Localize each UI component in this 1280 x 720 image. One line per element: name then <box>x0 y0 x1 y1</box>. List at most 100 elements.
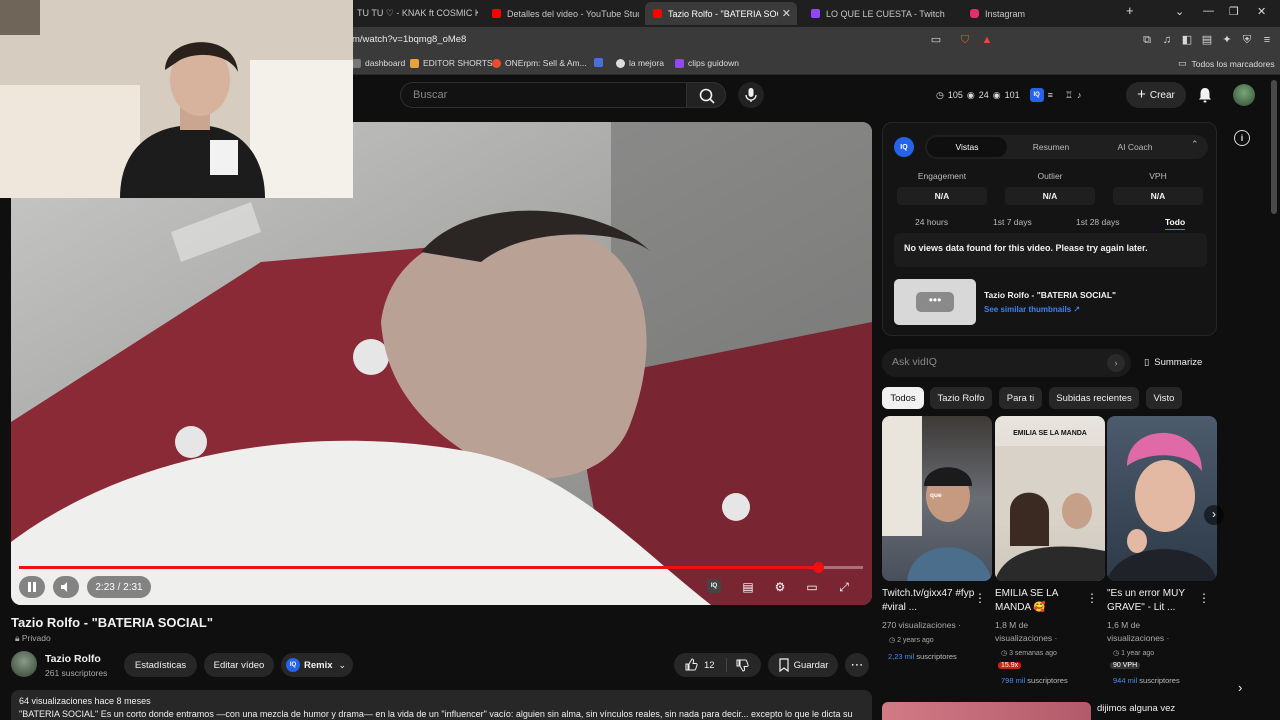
chip-para-ti[interactable]: Para ti <box>999 387 1042 409</box>
list-icon[interactable]: ≡ <box>1048 90 1053 100</box>
chip-todos[interactable]: Todos <box>882 387 924 409</box>
minimize-icon[interactable]: — <box>1203 5 1214 17</box>
bookmark-onerpm[interactable]: ONErpm: Sell & Am... <box>492 58 587 68</box>
stat-value: 105 <box>947 90 963 100</box>
address-bar-url[interactable]: m/watch?v=1bqmg8_oMe8 <box>352 34 466 45</box>
voice-search-button[interactable] <box>738 82 764 108</box>
pause-button[interactable] <box>19 576 45 598</box>
range-7-days[interactable]: 1st 7 days <box>993 217 1032 227</box>
bookmark-la-mejora[interactable]: la mejora <box>616 58 664 68</box>
next-video-title[interactable]: dijimos alguna vez <box>1097 703 1175 714</box>
tab-ai-coach[interactable]: AI Coach <box>1095 137 1175 157</box>
wallet-icon[interactable]: ▤ <box>1200 33 1214 47</box>
vpn-icon[interactable]: ⛨ <box>1240 33 1254 47</box>
maximize-icon[interactable]: ❐ <box>1229 5 1239 18</box>
new-tab-button[interactable]: + <box>1126 3 1134 18</box>
short-title[interactable]: Twitch.tv/gixx47 #fyp #viral ... <box>882 587 977 615</box>
notification-small-icon[interactable]: ♪ <box>1077 90 1082 100</box>
account-avatar[interactable] <box>1233 84 1255 106</box>
media-icon[interactable]: ♫ <box>1160 33 1174 47</box>
settings-gear-icon[interactable]: ⚙ <box>771 579 789 595</box>
range-todo[interactable]: Todo <box>1165 217 1186 230</box>
fullscreen-icon[interactable]: ⤢ <box>835 579 853 595</box>
collapse-chevron-icon[interactable]: ⌃ <box>1191 139 1199 150</box>
brave-shield-icon[interactable]: ⛉ <box>958 33 972 47</box>
short-subscribers: 944 mil suscriptores <box>1113 676 1180 685</box>
tab-twitch[interactable]: LO QUE LE CUESTA - Twitch <box>803 2 958 25</box>
bookmark-dashboard[interactable]: dashboard <box>352 58 405 68</box>
brave-rewards-icon[interactable]: ▲ <box>980 33 994 47</box>
eye-icon: ◉ <box>992 89 1001 100</box>
all-bookmarks[interactable]: ▭ Todos los marcadores <box>1178 58 1275 69</box>
video-progress-bar[interactable] <box>19 562 863 573</box>
next-video-thumbnail[interactable] <box>882 702 1091 720</box>
tab-current-video[interactable]: Tazio Rolfo - "BATERIA SOCIAL" ✕ <box>645 2 797 25</box>
bookmark-blue[interactable] <box>594 58 607 67</box>
range-28-days[interactable]: 1st 28 days <box>1076 217 1119 227</box>
cast-icon[interactable]: ▭ <box>929 33 943 47</box>
short-title[interactable]: EMILIA SE LA MANDA 🥰 <box>995 587 1090 615</box>
description-box[interactable]: 64 visualizaciones hace 8 meses "BATERIA… <box>11 690 872 720</box>
tab-youtube-studio[interactable]: Detalles del video - YouTube Studio <box>484 2 639 25</box>
chip-tazio-rolfo[interactable]: Tazio Rolfo <box>930 387 992 409</box>
carousel-next-chevron-icon[interactable]: › <box>1204 505 1224 525</box>
close-tab-icon[interactable]: ✕ <box>782 7 791 20</box>
bookmark-clips-guidown[interactable]: clips guidown <box>675 58 739 68</box>
save-button[interactable]: Guardar <box>768 653 838 677</box>
vidiq-player-icon[interactable]: IQ <box>707 579 725 595</box>
short-title[interactable]: "Es un error MUY GRAVE" - Lit ... <box>1107 587 1202 615</box>
tab-resumen[interactable]: Resumen <box>1011 137 1091 157</box>
channel-name[interactable]: Tazio Rolfo <box>45 653 101 665</box>
video-thumbnail[interactable]: ••• <box>894 279 976 325</box>
close-window-icon[interactable]: ✕ <box>1257 5 1266 18</box>
subs-value: 2,23 mil <box>888 652 915 661</box>
kebab-menu-icon[interactable]: ⋮ <box>1198 591 1210 605</box>
channel-avatar[interactable] <box>11 651 37 677</box>
kebab-menu-icon[interactable]: ⋮ <box>974 591 986 605</box>
chip-subidas-recientes[interactable]: Subidas recientes <box>1049 387 1139 409</box>
plus-icon: + <box>1137 86 1146 103</box>
remix-button[interactable]: IQ Remix ⌄ <box>281 653 353 677</box>
next-section-chevron-icon[interactable]: › <box>1238 680 1242 695</box>
leo-ai-icon[interactable]: ✦ <box>1220 33 1234 47</box>
kebab-menu-icon[interactable]: ⋮ <box>1086 591 1098 605</box>
all-bookmarks-label: Todos los marcadores <box>1191 58 1275 69</box>
tab-tu-tu[interactable]: TU TU ♡ - KNAK ft COSMIC KID <box>353 2 478 25</box>
similar-thumbnails-link[interactable]: See similar thumbnails ↗ <box>984 305 1080 314</box>
summarize-button[interactable]: ▯ Summarize <box>1144 357 1202 368</box>
info-icon[interactable]: i <box>1234 130 1250 146</box>
create-button[interactable]: + Crear <box>1126 82 1186 108</box>
send-arrow-icon[interactable]: › <box>1107 354 1125 372</box>
trophy-icon[interactable]: ♖ <box>1065 90 1073 101</box>
more-actions-button[interactable]: ⋯ <box>845 653 869 677</box>
tab-list-icon[interactable]: ⌄ <box>1175 5 1184 18</box>
range-24-hours[interactable]: 24 hours <box>915 217 948 227</box>
edit-video-button[interactable]: Editar vídeo <box>204 653 274 677</box>
like-button[interactable]: 12 <box>684 658 715 672</box>
stat-value: 101 <box>1004 90 1020 100</box>
short-thumbnail[interactable] <box>1107 416 1217 581</box>
extensions-icon[interactable]: ⧉ <box>1140 33 1154 47</box>
menu-icon[interactable]: ≡ <box>1260 33 1274 47</box>
page-scrollbar-thumb[interactable] <box>1271 80 1277 214</box>
short-thumbnail[interactable]: que <box>882 416 992 581</box>
sidebar-icon[interactable]: ◧ <box>1180 33 1194 47</box>
vidiq-icon[interactable]: IQ <box>1029 88 1044 102</box>
notifications-button[interactable] <box>1196 86 1214 104</box>
short-thumbnail[interactable]: EMILIA SE LA MANDA <box>995 416 1105 581</box>
chip-visto[interactable]: Visto <box>1146 387 1182 409</box>
volume-button[interactable] <box>53 576 79 598</box>
tab-instagram[interactable]: Instagram <box>962 2 1117 25</box>
bookmark-editor-shorts[interactable]: EDITOR SHORTS <box>410 58 493 68</box>
tab-vistas[interactable]: Vistas <box>927 137 1007 157</box>
ask-vidiq-input[interactable]: Ask vidIQ <box>882 349 1131 377</box>
dislike-button[interactable] <box>735 658 749 672</box>
search-button[interactable] <box>686 82 726 108</box>
theater-mode-icon[interactable]: ▭ <box>803 579 821 595</box>
vidiq-stats-bar[interactable]: ◷ 105 ◉ 24 ◉ 101 IQ ≡ ♖ ♪ <box>936 86 1082 104</box>
clock-small-icon: ◷ <box>1001 650 1010 657</box>
statistics-button[interactable]: Estadísticas <box>124 653 197 677</box>
search-input[interactable]: Buscar <box>400 82 686 108</box>
subtitles-icon[interactable]: ▤ <box>739 579 757 595</box>
tab-title: Tazio Rolfo - "BATERIA SOCIAL" <box>668 8 778 19</box>
